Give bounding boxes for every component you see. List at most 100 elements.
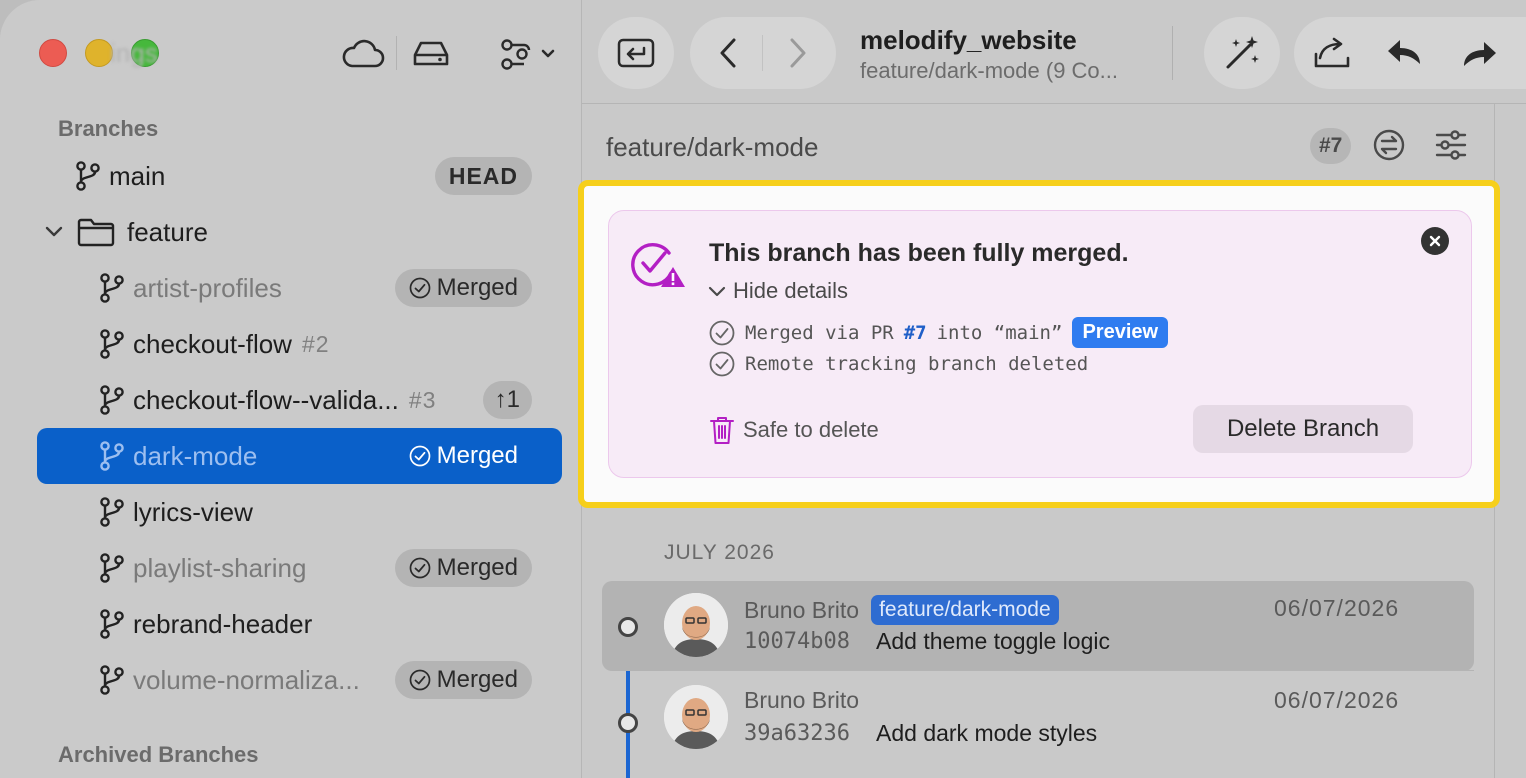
badge-label: Merged [436,274,518,301]
check-circle-icon [409,445,430,467]
detail-merged-via-pr: Merged via PR #7 into “main” Preview [709,317,1169,348]
sidebar-item-branch[interactable]: dark-mode Merged [37,428,562,484]
check-circle-icon [409,277,430,299]
merged-badge: Merged [394,661,532,699]
commit-row[interactable]: Bruno Brito feature/dark-mode 06/07/2026… [602,581,1474,671]
filter-sliders-icon[interactable] [1434,128,1468,162]
branch-label: playlist-sharing [133,552,307,583]
branch-label: artist-profiles [133,272,282,303]
branch-label: rebrand-header [133,608,313,639]
undo-icon[interactable] [1386,36,1426,70]
sidebar-item-branch[interactable]: artist-profiles Merged [37,260,562,316]
badge-label: Merged [436,554,518,581]
workflow-menu-icon[interactable] [498,34,560,74]
close-window-button[interactable] [39,39,67,67]
redo-icon[interactable] [1460,36,1500,70]
branch-icon [100,553,124,583]
pr-chip[interactable]: #7 [1310,128,1352,164]
branch-label: main [109,160,166,191]
pr-link[interactable]: #7 [904,322,927,344]
sidebar-item-branch[interactable]: volume-normaliza... Merged [37,652,562,708]
badge-label: Merged [436,442,518,469]
toolbar-separator [1172,26,1173,80]
commit-author: Bruno Brito [744,596,860,623]
merged-badge: Merged [395,437,532,475]
commit-row[interactable]: Bruno Brito 06/07/2026 39a63236 Add dark… [602,673,1474,763]
delete-branch-button[interactable]: Delete Branch [1193,405,1413,453]
close-notice-button[interactable] [1421,227,1449,255]
branch-label: checkout-flow [133,328,292,359]
check-circle-icon [409,557,430,579]
merged-badge: Merged [394,269,532,307]
close-icon [1429,235,1441,247]
chevron-down-icon [708,286,726,297]
merged-badge: Merged [394,549,532,587]
checkout-icon [617,38,655,68]
remote-deleted-text: Remote tracking branch deleted [745,353,1089,375]
sidebar: ings Branches main HEAD feature artist-p… [0,0,582,778]
cloud-icon[interactable] [340,34,386,74]
safe-to-delete-label: Safe to delete [743,417,879,442]
commit-node [618,713,638,733]
check-circle-icon [709,320,735,345]
sidebar-item-branch[interactable]: checkout-flow--valida... #3 ↑1 [37,372,562,428]
branch-icon [100,665,124,695]
nav-separator [762,35,763,71]
history-nav [690,17,836,89]
forward-icon[interactable] [786,36,810,70]
commit-message: Add dark mode styles [876,720,1098,746]
toolbar: melodify_website feature/dark-mode (9 Co… [582,0,1526,104]
compare-icon[interactable] [1372,128,1406,162]
commit-date: 06/07/2026 [1274,595,1400,621]
window-title-ghost: ings [110,38,158,68]
trash-icon [710,417,734,444]
commit-message: Add theme toggle logic [876,628,1110,654]
avatar [664,685,728,749]
branch-icon [100,441,124,471]
minimize-window-button[interactable] [85,39,113,67]
safe-to-delete: Safe to delete [709,415,879,445]
badge-label: Merged [436,666,518,693]
highlight-frame: This branch has been fully merged. Hide … [578,180,1500,508]
commit-author-line: Bruno Brito [744,687,859,714]
app-window: ings Branches main HEAD feature artist-p… [0,0,1526,778]
head-badge: HEAD [434,157,532,195]
back-icon[interactable] [716,36,740,70]
magic-wand-icon [1226,36,1259,69]
sidebar-item-branch[interactable]: playlist-sharing Merged [37,540,562,596]
sidebar-folder-feature[interactable]: feature [37,204,562,260]
into-main-text: into “main” [936,321,1063,344]
sidebar-item-branch[interactable]: checkout-flow #2 [37,316,562,372]
branch-icon [100,273,124,303]
check-circle-icon [709,351,735,377]
commit-author-line: Bruno Brito feature/dark-mode [744,595,1059,625]
check-circle-icon [409,669,430,691]
commit-author: Bruno Brito [744,687,860,713]
merged-via-text: Merged via PR [745,321,894,344]
commit-node [618,617,638,637]
checkout-button[interactable] [598,17,674,89]
sidebar-item-branch[interactable]: rebrand-header [37,596,562,652]
branch-label: checkout-flow--valida... [133,384,399,415]
repo-name: melodify_website [860,25,1077,55]
hide-details-toggle[interactable]: Hide details [707,278,848,304]
folder-icon [77,218,115,247]
pr-number: #3 [408,386,437,413]
hide-details-label: Hide details [733,278,848,303]
branch-label: lyrics-view [133,496,253,527]
push-icon[interactable] [1312,36,1352,70]
drive-icon[interactable] [408,34,454,74]
branch-title: feature/dark-mode [606,132,819,162]
branch-label: volume-normaliza... [133,664,360,695]
merged-warning-icon [631,243,685,287]
chevron-down-icon[interactable] [43,221,65,243]
sidebar-item-main[interactable]: main HEAD [37,148,562,204]
commit-hash: 39a63236 [744,721,850,746]
merged-notice: This branch has been fully merged. Hide … [608,210,1472,478]
branch-tag[interactable]: feature/dark-mode [871,595,1059,625]
magic-wand-button[interactable] [1204,17,1280,89]
preview-badge[interactable]: Preview [1072,317,1169,348]
commit-hash: 10074b08 [744,629,850,654]
repo-branch-subtitle[interactable]: feature/dark-mode (9 Co... [860,58,1118,84]
sidebar-item-branch[interactable]: lyrics-view [37,484,562,540]
